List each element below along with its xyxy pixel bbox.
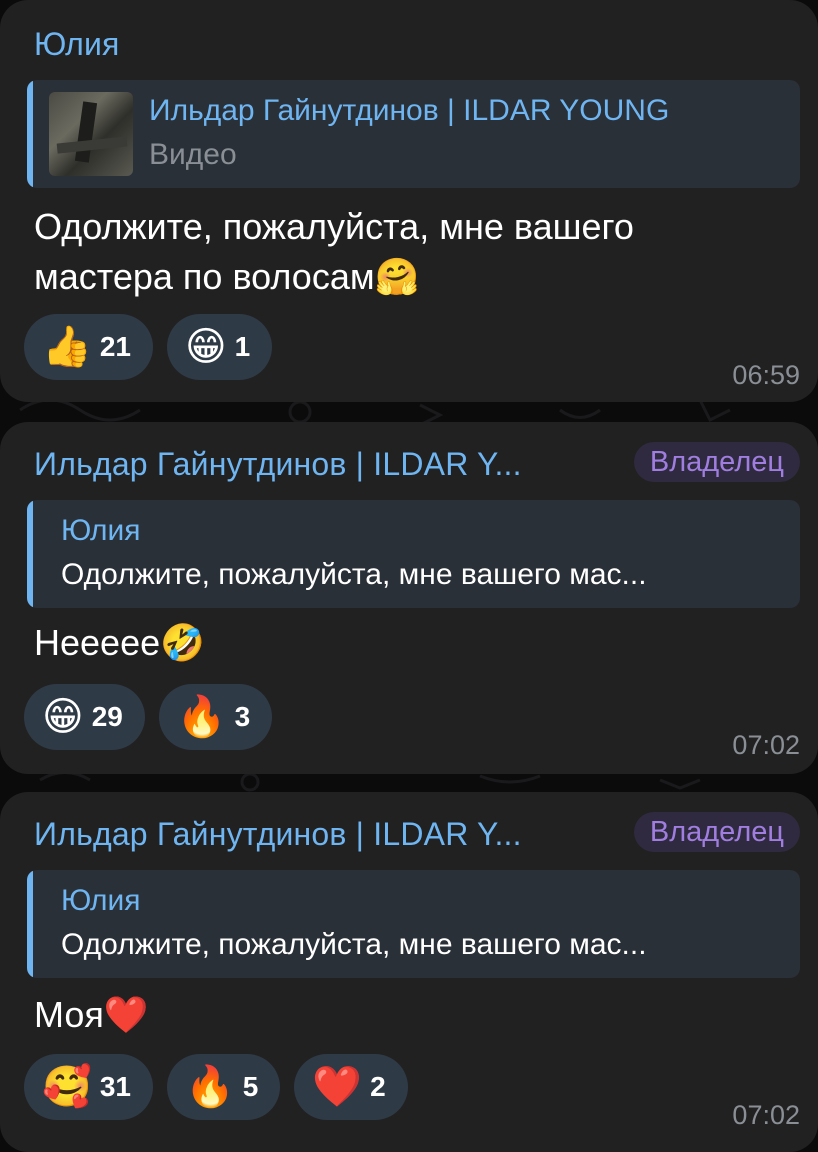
message-text: Неееее🤣 (34, 622, 205, 663)
reply-accent-bar (27, 500, 33, 608)
replied-message-preview[interactable]: Юлия Одолжите, пожалуйста, мне вашего ма… (27, 870, 800, 978)
thumbs-up-icon: 👍 (42, 325, 92, 369)
reaction-count: 29 (91, 701, 123, 732)
message-time: 07:02 (732, 1100, 800, 1130)
message-time: 07:02 (732, 730, 800, 760)
sender-name[interactable]: Юлия (34, 26, 120, 63)
sender-name[interactable]: Ильдар Гайнутдинов | ILDAR Y... (34, 446, 522, 483)
reaction-count: 5 (242, 1071, 259, 1102)
replied-message-preview[interactable]: Ильдар Гайнутдинов | ILDAR YOUNG Видео (27, 80, 800, 188)
reaction-thumbs-up[interactable]: 👍 21 (24, 314, 153, 380)
fire-icon: 🔥 (184, 1065, 235, 1109)
message-bubble-3[interactable]: Ильдар Гайнутдинов | ILDAR Y... Владелец… (0, 792, 818, 1152)
replied-message-preview[interactable]: Юлия Одолжите, пожалуйста, мне вашего ма… (27, 500, 800, 608)
reactions-row: 🥰 31 🔥 5 ❤️ 2 (24, 1054, 408, 1120)
sender-name[interactable]: Ильдар Гайнутдинов | ILDAR Y... (34, 816, 522, 853)
reactions-row: 👍 21 😁 1 (24, 314, 273, 380)
reaction-count: 2 (370, 1071, 386, 1102)
message-text: Моя❤️ (34, 994, 149, 1035)
reaction-grin[interactable]: 😁 29 (24, 684, 145, 750)
reactions-row: 😁 29 🔥 3 (24, 684, 273, 750)
reaction-smiling-hearts[interactable]: 🥰 31 (24, 1054, 153, 1120)
reaction-count: 21 (99, 331, 131, 362)
reaction-grin[interactable]: 😁 1 (166, 314, 273, 380)
owner-badge: Владелец (633, 812, 800, 852)
message-text: Одолжите, пожалуйста, мне вашего мастера… (34, 206, 634, 297)
reply-author: Юлия (61, 514, 141, 547)
reply-accent-bar (27, 80, 33, 188)
video-thumbnail (49, 92, 133, 176)
reply-author: Ильдар Гайнутдинов | ILDAR YOUNG (149, 94, 670, 127)
message-time: 06:59 (732, 360, 800, 390)
reaction-count: 31 (99, 1071, 131, 1102)
reply-author: Юлия (61, 884, 141, 917)
reaction-count: 3 (234, 701, 251, 732)
owner-badge: Владелец (633, 442, 800, 482)
grinning-face-icon: 😁 (184, 325, 227, 369)
message-bubble-1[interactable]: Юлия Ильдар Гайнутдинов | ILDAR YOUNG Ви… (0, 0, 818, 402)
reaction-fire[interactable]: 🔥 5 (166, 1054, 281, 1120)
fire-icon: 🔥 (176, 695, 227, 739)
reaction-count: 1 (234, 331, 251, 362)
heart-icon: ❤️ (312, 1065, 363, 1109)
smiling-face-with-hearts-icon: 🥰 (42, 1065, 92, 1109)
reply-text: Одолжите, пожалуйста, мне вашего мас... (61, 558, 647, 591)
reply-text: Одолжите, пожалуйста, мне вашего мас... (61, 928, 647, 961)
reaction-heart[interactable]: ❤️ 2 (294, 1054, 408, 1120)
reply-media-label: Видео (149, 138, 237, 171)
reply-accent-bar (27, 870, 33, 978)
reaction-fire[interactable]: 🔥 3 (158, 684, 273, 750)
grinning-face-icon: 😁 (42, 695, 84, 739)
message-bubble-2[interactable]: Ильдар Гайнутдинов | ILDAR Y... Владелец… (0, 422, 818, 774)
